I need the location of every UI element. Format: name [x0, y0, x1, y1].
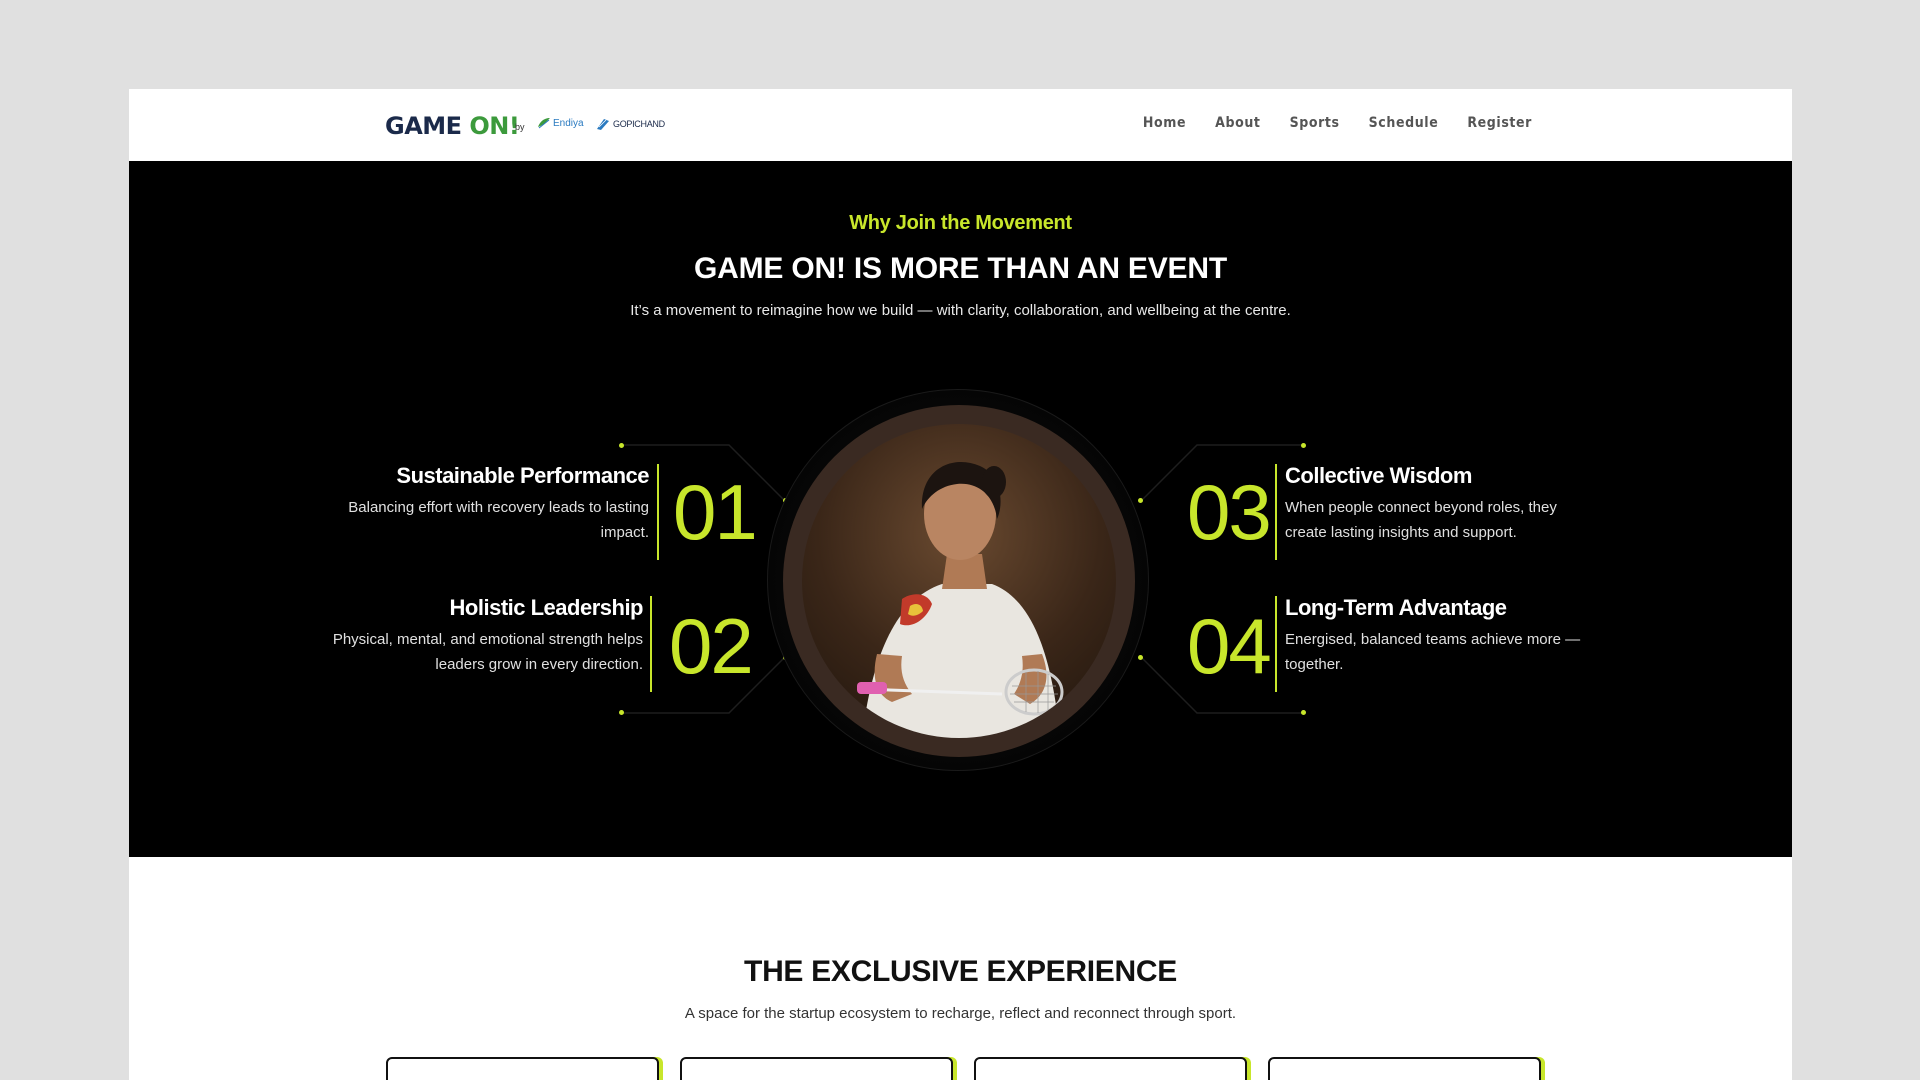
athlete-photo — [802, 424, 1116, 738]
feature-02: Holistic Leadership Physical, mental, an… — [329, 595, 644, 677]
experience-subtitle: A space for the startup ecosystem to rec… — [684, 1005, 1237, 1022]
nav-home[interactable]: Home — [1143, 115, 1186, 131]
feature-number: 02 — [669, 602, 754, 690]
gopichand-logo: GOPICHAND — [595, 117, 665, 131]
feature-number: 04 — [1187, 602, 1272, 690]
feature-title: Holistic Leadership — [449, 595, 644, 620]
connector-dot — [1138, 655, 1143, 660]
feature-title: Sustainable Performance — [396, 463, 649, 488]
feature-number: 03 — [1187, 468, 1272, 556]
endiya-leaf-icon — [538, 118, 550, 129]
feature-divider — [1275, 464, 1277, 560]
feature-03: Collective Wisdom When people connect be… — [1285, 463, 1595, 545]
feature-number: 01 — [673, 468, 758, 556]
endiya-logo: Endiya — [537, 117, 584, 129]
connector-dot — [619, 443, 624, 448]
experience-card[interactable] — [974, 1057, 1247, 1080]
landing-page: GAME ON! by Endiya GOPICHAND Home About … — [129, 89, 1792, 1080]
feature-divider — [650, 596, 652, 692]
experience-title: THE EXCLUSIVE EXPERIENCE — [744, 955, 1177, 988]
connector-dot — [619, 710, 624, 715]
nav-schedule[interactable]: Schedule — [1369, 115, 1439, 131]
connector-dot — [1301, 710, 1306, 715]
feature-01: Sustainable Performance Balancing effort… — [329, 463, 649, 545]
feature-divider — [657, 464, 659, 560]
feature-text: Energised, balanced teams achieve more —… — [1285, 631, 1581, 673]
game-on-logo[interactable]: GAME ON! — [385, 112, 520, 140]
gopichand-text: GOPICHAND — [613, 119, 665, 129]
feature-title: Long-Term Advantage — [1285, 595, 1507, 620]
experience-card[interactable] — [386, 1057, 659, 1080]
feature-title: Collective Wisdom — [1285, 463, 1472, 488]
site-header: GAME ON! by Endiya GOPICHAND Home About … — [129, 89, 1792, 161]
why-join-section: Why Join the Movement GAME ON! IS MORE T… — [129, 161, 1792, 857]
feature-04: Long-Term Advantage Energised, balanced … — [1285, 595, 1605, 677]
gopichand-shuttle-icon — [597, 119, 609, 130]
logo-accent-text: ON! — [469, 112, 520, 140]
connector-dot — [1301, 443, 1306, 448]
nav-sports[interactable]: Sports — [1290, 115, 1340, 131]
feature-text: Balancing effort with recovery leads to … — [348, 499, 649, 541]
feature-divider — [1275, 596, 1277, 692]
nav-about[interactable]: About — [1215, 115, 1260, 131]
logo-text: GAME — [385, 112, 470, 140]
main-nav: Home About Sports Schedule Register — [1143, 115, 1532, 131]
feature-text: Physical, mental, and emotional strength… — [332, 631, 643, 673]
experience-card[interactable] — [680, 1057, 953, 1080]
endiya-text: Endiya — [553, 117, 584, 129]
by-label: by — [515, 122, 525, 132]
feature-text: When people connect beyond roles, they c… — [1285, 499, 1557, 541]
connector-dot — [1138, 498, 1143, 503]
athlete-illustration — [857, 461, 1064, 738]
experience-card[interactable] — [1268, 1057, 1541, 1080]
nav-register[interactable]: Register — [1467, 115, 1532, 131]
